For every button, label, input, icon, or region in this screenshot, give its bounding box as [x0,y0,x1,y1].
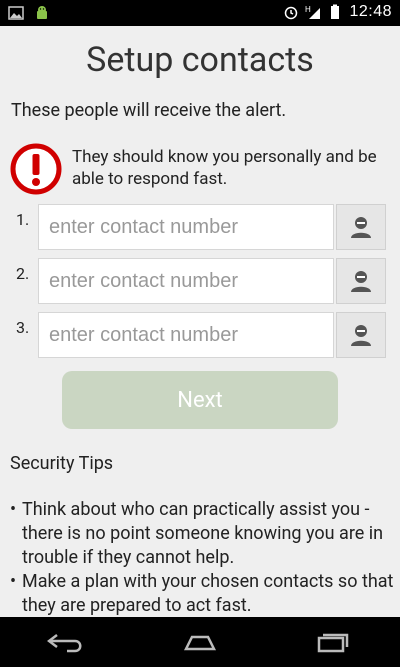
alert-text: They should know you personally and be a… [72,147,377,189]
subtitle: These people will receive the alert. [11,100,287,121]
page-title: Setup contacts [86,40,314,80]
alert-message: They should know you personally and be a… [10,143,390,195]
pick-contact-button[interactable] [336,204,386,250]
image-icon [8,6,24,20]
contact-row-2: 2. [16,258,388,306]
main-content: Setup contacts These people will receive… [0,26,400,617]
contact-row-1: 1. [16,204,388,252]
recent-apps-button[interactable] [303,627,363,657]
android-icon [37,6,47,19]
tip-item: Make a plan with your chosen contacts so… [10,570,395,617]
person-icon [351,217,371,238]
person-icon [351,271,371,292]
svg-text:H: H [305,5,311,14]
home-icon [183,635,217,651]
pick-contact-button[interactable] [336,312,386,358]
contact-index: 2. [16,264,30,283]
battery-icon [331,4,340,19]
navigation-bar [0,617,400,667]
contact-index: 1. [16,210,30,229]
next-button[interactable]: Next [62,371,338,429]
status-left [8,5,50,21]
contact-row-3: 3. [16,312,388,360]
home-button[interactable] [170,627,230,657]
contact-field-1[interactable] [38,204,334,250]
tips-header: Security Tips [10,453,114,474]
contact-field-2[interactable] [38,258,334,304]
recent-apps-icon [318,633,349,653]
status-right: H 12:48 [283,3,392,21]
pick-contact-button[interactable] [336,258,386,304]
back-button[interactable] [37,627,97,657]
tip-item: Think about who can practically assist y… [10,498,395,570]
alert-icon [10,143,62,195]
contact-field-3[interactable] [38,312,334,358]
contact-number-input[interactable] [39,205,333,249]
person-icon [351,325,371,346]
tips-list: Think about who can practically assist y… [10,498,395,617]
contact-number-input[interactable] [39,313,333,357]
status-bar: H 12:48 [0,0,400,26]
contact-index: 3. [16,318,30,337]
contact-number-input[interactable] [39,259,333,303]
status-time: 12:48 [349,3,392,20]
back-icon [46,634,82,653]
alarm-icon [285,6,298,20]
network-icon: H [305,5,321,19]
